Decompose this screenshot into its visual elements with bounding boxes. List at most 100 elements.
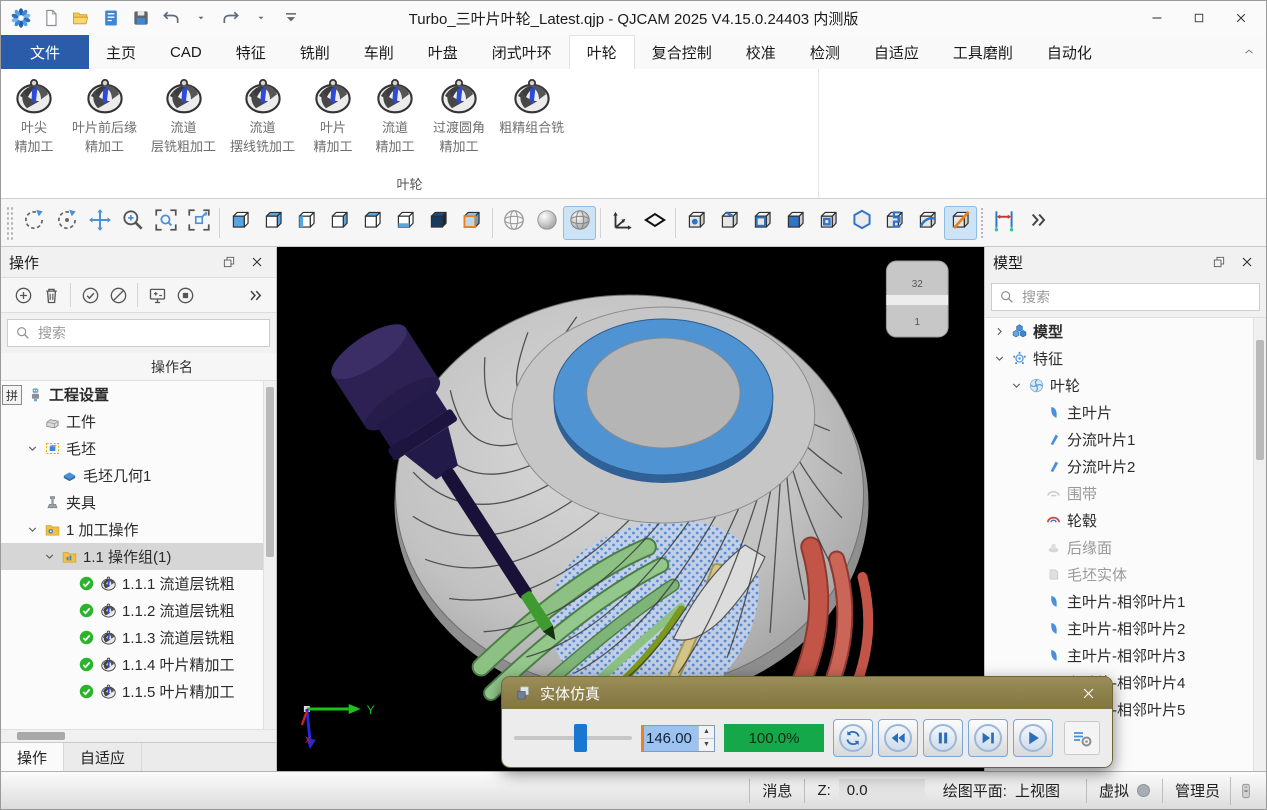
- view-trimetric-button[interactable]: [455, 206, 488, 240]
- chevron-down-icon[interactable]: [43, 550, 56, 563]
- simulate-button[interactable]: [143, 281, 171, 309]
- tree-item[interactable]: 叶轮: [985, 372, 1266, 399]
- panel-tab-0[interactable]: 操作: [1, 743, 64, 771]
- simulation-dialog[interactable]: 实体仿真 ▲▼ 100.0%: [501, 676, 1113, 768]
- select-slash-button[interactable]: [944, 206, 977, 240]
- select-section-button[interactable]: [878, 206, 911, 240]
- ribbon-tab-车削[interactable]: 车削: [347, 35, 411, 69]
- chevron-down-icon[interactable]: [993, 352, 1006, 365]
- model-tree-scrollbar[interactable]: [1253, 318, 1266, 771]
- ribbon-tab-检测[interactable]: 检测: [793, 35, 857, 69]
- tree-item[interactable]: 毛坯实体: [985, 561, 1266, 588]
- tree-item[interactable]: 工件: [1, 408, 276, 435]
- status-virtual-indicator[interactable]: 虚拟: [1099, 780, 1150, 801]
- operations-hscrollbar[interactable]: [1, 729, 276, 742]
- select-face-frame-button[interactable]: [746, 206, 779, 240]
- ribbon-tab-自适应[interactable]: 自适应: [857, 35, 936, 69]
- simulation-speed-slider[interactable]: [514, 724, 632, 752]
- ribbon-tab-闭式叶环[interactable]: 闭式叶环: [475, 35, 569, 69]
- ribbon-tab-校准[interactable]: 校准: [729, 35, 793, 69]
- disable-button[interactable]: [104, 281, 132, 309]
- rotate-view-button[interactable]: [17, 206, 50, 240]
- tree-item[interactable]: 特征: [985, 345, 1266, 372]
- save-as-icon[interactable]: [129, 6, 153, 30]
- view-front-button[interactable]: [224, 206, 257, 240]
- select-surface-button[interactable]: [911, 206, 944, 240]
- file-menu-button[interactable]: 文件: [1, 35, 89, 69]
- ribbon-item-0[interactable]: 叶尖精加工: [3, 75, 65, 155]
- rewind-button[interactable]: [878, 719, 918, 757]
- open-file-icon[interactable]: [69, 6, 93, 30]
- ribbon-tab-自动化[interactable]: 自动化: [1030, 35, 1109, 69]
- ribbon-item-4[interactable]: 叶片精加工: [302, 75, 364, 155]
- statusbar-toggle-button[interactable]: [1230, 777, 1260, 805]
- ribbon-tab-CAD[interactable]: CAD: [153, 35, 219, 69]
- maximize-button[interactable]: [1178, 4, 1220, 32]
- model-search-input[interactable]: [1022, 289, 1252, 305]
- tree-item[interactable]: 分流叶片2: [985, 453, 1266, 480]
- view-top-button[interactable]: [356, 206, 389, 240]
- display-shaded-button[interactable]: [530, 206, 563, 240]
- ribbon-tab-主页[interactable]: 主页: [89, 35, 153, 69]
- view-bottom-button[interactable]: [389, 206, 422, 240]
- dock-tab-badge[interactable]: 拼: [2, 385, 22, 405]
- view-isometric-button[interactable]: [422, 206, 455, 240]
- pause-button[interactable]: [923, 719, 963, 757]
- tree-item[interactable]: 分流叶片1: [985, 426, 1266, 453]
- zoom-view-button[interactable]: [116, 206, 149, 240]
- delete-button[interactable]: [37, 281, 65, 309]
- operations-tree-scrollbar[interactable]: [263, 381, 276, 729]
- view-left-button[interactable]: [290, 206, 323, 240]
- tree-item[interactable]: 轮毂: [985, 507, 1266, 534]
- tree-item[interactable]: 后缘面: [985, 534, 1266, 561]
- display-shaded-edges-button[interactable]: [563, 206, 596, 240]
- play-button[interactable]: [1013, 719, 1053, 757]
- rotate-about-point-button[interactable]: [50, 206, 83, 240]
- simulation-close-icon[interactable]: [1076, 681, 1100, 705]
- ribbon-item-3[interactable]: 流道摆线铣加工: [223, 75, 302, 155]
- ribbon-item-7[interactable]: 粗精组合铣: [492, 75, 571, 138]
- replay-button[interactable]: [833, 719, 873, 757]
- stop-button[interactable]: [171, 281, 199, 309]
- panel-tab-1[interactable]: 自适应: [64, 743, 142, 771]
- tree-item[interactable]: 主叶片-相邻叶片3: [985, 642, 1266, 669]
- tree-item[interactable]: 1.1.5 叶片精加工: [1, 678, 276, 705]
- view-back-button[interactable]: [257, 206, 290, 240]
- tree-item[interactable]: 1.1.1 流道层铣粗: [1, 570, 276, 597]
- tree-item[interactable]: 1.1.4 叶片精加工: [1, 651, 276, 678]
- document-icon[interactable]: [99, 6, 123, 30]
- chevron-down-icon[interactable]: [1010, 379, 1023, 392]
- measure-distance-button[interactable]: [987, 206, 1020, 240]
- chevron-down-icon[interactable]: [26, 523, 39, 536]
- dropdown-caret-icon[interactable]: [189, 6, 213, 30]
- show-plane-button[interactable]: [638, 206, 671, 240]
- ribbon-item-5[interactable]: 流道精加工: [364, 75, 426, 155]
- minimize-button[interactable]: [1136, 4, 1178, 32]
- close-button[interactable]: [1220, 4, 1262, 32]
- tree-item[interactable]: 围带: [985, 480, 1266, 507]
- ribbon-tab-特征[interactable]: 特征: [219, 35, 283, 69]
- overflow-button[interactable]: [1020, 206, 1053, 240]
- select-edge-button[interactable]: [713, 206, 746, 240]
- spin-up-icon[interactable]: ▲: [699, 726, 714, 738]
- dropdown-caret-icon[interactable]: [249, 6, 273, 30]
- display-wireframe-button[interactable]: [497, 206, 530, 240]
- close-panel-icon[interactable]: [246, 251, 268, 273]
- simulation-dialog-titlebar[interactable]: 实体仿真: [502, 677, 1112, 709]
- redo-icon[interactable]: [219, 6, 243, 30]
- tree-item[interactable]: 毛坯几何1: [1, 462, 276, 489]
- add-button[interactable]: [9, 281, 37, 309]
- select-face-button[interactable]: [779, 206, 812, 240]
- step-forward-button[interactable]: [968, 719, 1008, 757]
- tree-item[interactable]: 毛坯: [1, 435, 276, 462]
- chevron-down-icon[interactable]: [26, 442, 39, 455]
- speed-value-input[interactable]: [642, 726, 698, 751]
- tree-item[interactable]: 1.1.3 流道层铣粗: [1, 624, 276, 651]
- customize-quick-access-icon[interactable]: [279, 6, 303, 30]
- enable-button[interactable]: [76, 281, 104, 309]
- spin-down-icon[interactable]: ▼: [699, 738, 714, 751]
- tree-item[interactable]: 1 加工操作: [1, 516, 276, 543]
- view-right-button[interactable]: [323, 206, 356, 240]
- ribbon-tab-复合控制[interactable]: 复合控制: [635, 35, 729, 69]
- tree-item[interactable]: 1.1.2 流道层铣粗: [1, 597, 276, 624]
